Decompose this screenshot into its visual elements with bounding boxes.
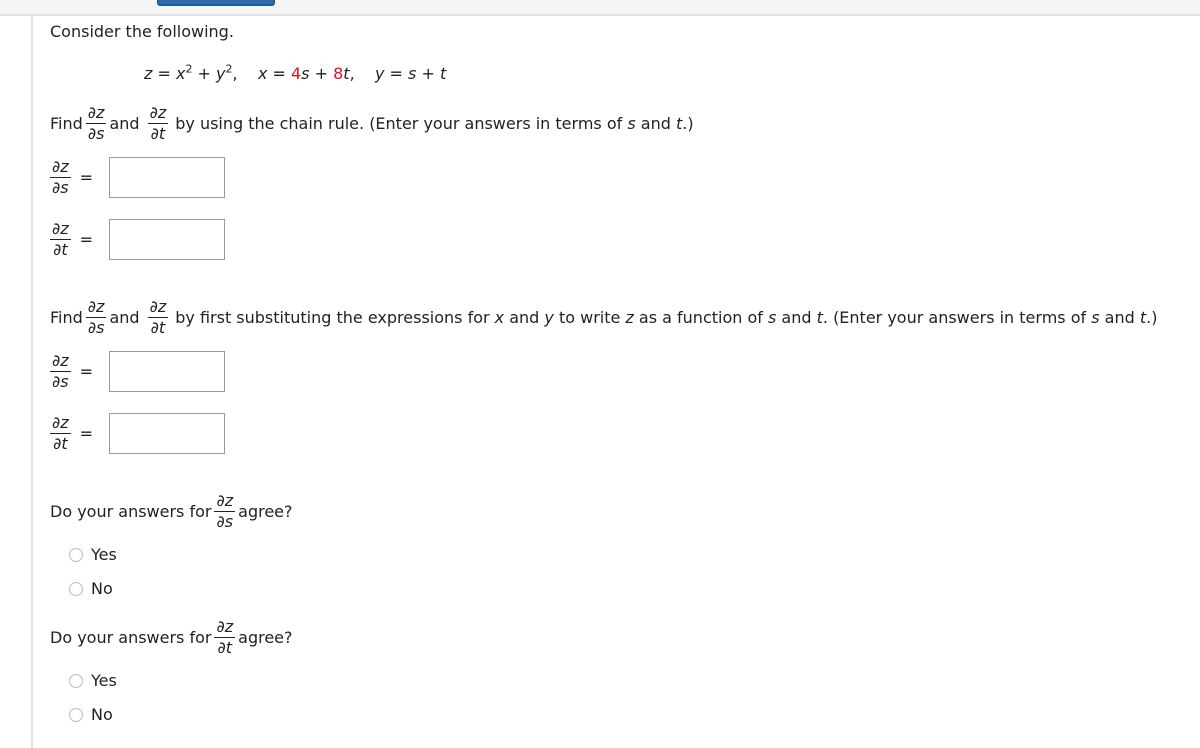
coefficient-red: 8 bbox=[333, 64, 344, 83]
q2-option-no[interactable]: No bbox=[69, 705, 113, 724]
dz-ds-fraction: ∂z ∂s bbox=[50, 351, 71, 391]
q1-option-no[interactable]: No bbox=[69, 579, 113, 598]
answer-row-dz-dt-sub: ∂z ∂t = bbox=[47, 413, 226, 454]
coefficient-red: 4 bbox=[290, 64, 302, 83]
top-toolbar bbox=[0, 0, 1200, 16]
part1-instruction: Find ∂z ∂s and ∂z ∂t by using the chain ru… bbox=[50, 103, 694, 143]
dz-ds-chain-input[interactable] bbox=[109, 157, 226, 198]
agree-question-dt: Do your answers for ∂z ∂t agree? bbox=[50, 617, 293, 657]
radio-button[interactable] bbox=[69, 673, 83, 688]
dz-dt-fraction: ∂z ∂t bbox=[147, 103, 169, 143]
radio-button[interactable] bbox=[69, 581, 83, 596]
q2-option-yes[interactable]: Yes bbox=[69, 671, 117, 690]
radio-button[interactable] bbox=[69, 707, 83, 722]
intro-text: Consider the following. bbox=[50, 22, 234, 41]
dz-dt-sub-input[interactable] bbox=[109, 413, 226, 454]
left-divider bbox=[31, 16, 33, 748]
answer-row-dz-dt-chain: ∂z ∂t = bbox=[47, 219, 226, 260]
dz-dt-chain-input[interactable] bbox=[109, 219, 226, 260]
dz-ds-fraction: ∂z ∂s bbox=[85, 297, 107, 337]
top-button[interactable] bbox=[157, 0, 275, 6]
answer-row-dz-ds-sub: ∂z ∂s = bbox=[47, 351, 226, 392]
equation: z = x2 + y2, x = 4s + 8t, y = s + t bbox=[144, 62, 447, 83]
answer-row-dz-ds-chain: ∂z ∂s = bbox=[47, 157, 226, 198]
dz-ds-sub-input[interactable] bbox=[109, 351, 226, 392]
dz-dt-fraction: ∂z ∂t bbox=[50, 413, 71, 453]
radio-button[interactable] bbox=[69, 547, 83, 562]
dz-dt-fraction: ∂z ∂t bbox=[50, 219, 71, 259]
dz-ds-fraction: ∂z ∂s bbox=[85, 103, 107, 143]
agree-question-ds: Do your answers for ∂z ∂s agree? bbox=[50, 491, 293, 531]
dz-dt-fraction: ∂z ∂t bbox=[147, 297, 169, 337]
part2-instruction: Find ∂z ∂s and ∂z ∂t by first substituting… bbox=[50, 297, 1158, 337]
dz-ds-fraction: ∂z ∂s bbox=[50, 157, 71, 197]
dz-ds-fraction: ∂z ∂s bbox=[214, 491, 236, 531]
q1-option-yes[interactable]: Yes bbox=[69, 545, 117, 564]
dz-dt-fraction: ∂z ∂t bbox=[214, 617, 236, 657]
